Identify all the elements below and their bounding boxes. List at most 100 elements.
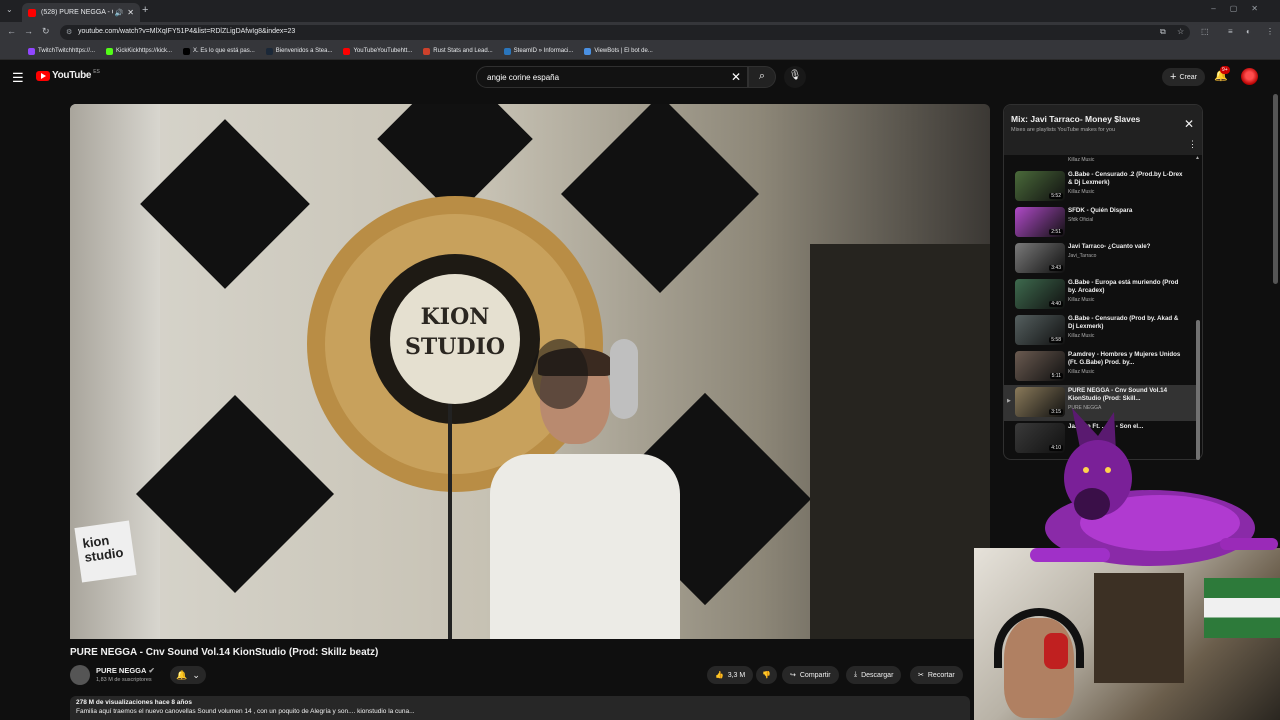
- profile-icon[interactable]: ◐: [1246, 27, 1251, 36]
- bookmark-favicon-icon: [265, 47, 273, 55]
- close-tab-icon[interactable]: ✕: [127, 8, 134, 17]
- duration-badge: 2:51: [1049, 229, 1063, 235]
- clip-label: Recortar: [927, 671, 955, 679]
- browser-tab[interactable]: (528) PURE NEGGA - Cnv S 🔊 ✕: [22, 3, 140, 22]
- search-input[interactable]: angie corine españa ✕: [476, 66, 748, 88]
- video-player[interactable]: KION STUDIO kion studio: [70, 104, 990, 639]
- notifications-button[interactable]: 🔔 9+: [1214, 66, 1230, 82]
- duration-badge: 3:43: [1049, 265, 1063, 271]
- channel-avatar[interactable]: [70, 665, 90, 685]
- notification-badge: 9+: [1220, 66, 1230, 74]
- playlist-item[interactable]: 5:11 P.amdrey - Hombres y Mujeres Unidos …: [1004, 349, 1196, 385]
- playlist-item-title: G.Babe - Censurado (Prod by. Akad & Dj L…: [1068, 315, 1179, 330]
- bookmark-item[interactable]: SteamID » Informaci...: [503, 47, 574, 55]
- thumbs-down-icon: 👎: [762, 672, 771, 679]
- playlist-item-title: P.amdrey - Hombres y Mujeres Unidos (Ft.…: [1068, 351, 1181, 366]
- channel-name[interactable]: PURE NEGGA ✔: [96, 666, 155, 675]
- bookmark-label: YouTubeYouTubehtt...: [353, 48, 413, 54]
- subscription-bell-button[interactable]: 🔔 ⌄: [170, 666, 206, 684]
- video-title: PURE NEGGA - Cnv Sound Vol.14 KionStudio…: [70, 647, 379, 658]
- playlist-thumbnail: 5:11: [1015, 351, 1065, 381]
- share-button[interactable]: ↪ Compartir: [782, 666, 839, 684]
- create-label: Crear: [1179, 73, 1197, 81]
- like-count: 3,3 M: [727, 671, 746, 679]
- page-scrollbar[interactable]: [1273, 94, 1278, 294]
- clear-search-icon[interactable]: ✕: [731, 70, 741, 84]
- playlist-item[interactable]: 5:58 G.Babe - Censurado (Prod by. Akad & …: [1004, 313, 1196, 349]
- bookmark-item[interactable]: YouTubeYouTubehtt...: [343, 47, 413, 55]
- bookmark-item[interactable]: Rust Stats and Lead...: [423, 47, 493, 55]
- scroll-up-icon[interactable]: ▲: [1195, 155, 1200, 161]
- playlist-thumbnail: 4:40: [1015, 279, 1065, 309]
- forward-icon[interactable]: →: [24, 26, 33, 36]
- reload-icon[interactable]: ↻: [42, 26, 50, 37]
- chevron-down-icon: ⌄: [192, 669, 200, 680]
- playlist-thumbnail: 5:52: [1015, 171, 1065, 201]
- new-tab-icon[interactable]: +: [142, 4, 148, 16]
- playlist-item[interactable]: 3:43 Javi Tarraco- ¿Cuanto vale? Javi_Tarr…: [1004, 241, 1196, 277]
- search-value: angie corine españa: [487, 73, 560, 82]
- bookmark-label: SteamID » Informaci...: [513, 48, 574, 54]
- playlist-item[interactable]: 2:51 SFDK - Quién Dispara Sfdk Oficial: [1004, 205, 1196, 241]
- clip-button[interactable]: ✂ Recortar: [910, 666, 963, 684]
- youtube-play-icon: [36, 70, 50, 81]
- speaker-icon[interactable]: 🔊: [115, 9, 124, 17]
- scissors-icon: ✂: [918, 672, 924, 679]
- bookmark-label: ViewBots | El bot de...: [594, 48, 653, 54]
- bookmark-favicon-icon: [503, 47, 511, 55]
- bookmark-item[interactable]: ViewBots | El bot de...: [584, 47, 653, 55]
- extensions-icon[interactable]: ⬚: [1201, 27, 1209, 36]
- hamburger-menu-icon[interactable]: ☰: [12, 70, 24, 86]
- menu-icon[interactable]: ⋮: [1266, 27, 1274, 36]
- bookmark-label: Bienvenidos a Stea...: [275, 48, 333, 54]
- playlist-item-channel: Killaz Music: [1068, 189, 1095, 195]
- like-button[interactable]: 👍 3,3 M: [707, 666, 754, 684]
- playlist-title[interactable]: Mix: Javi Tarraco- Money $laves: [1011, 114, 1140, 124]
- media-icon[interactable]: ≡: [1228, 27, 1233, 36]
- site-info-icon[interactable]: ⚙: [66, 28, 72, 36]
- playlist-item-title: G.Babe - Censurado .2 (Prod.by L-Drex & …: [1068, 171, 1183, 186]
- bookmark-favicon-icon: [423, 47, 431, 55]
- verified-icon: ✔: [148, 666, 155, 675]
- search-button[interactable]: ⌕: [748, 66, 776, 88]
- bookmark-label: X. Es lo que está pas...: [193, 48, 255, 54]
- playlist-item[interactable]: 4:40 G.Babe - Europa está muriendo (Prod …: [1004, 277, 1196, 313]
- wall-logo-line1: KION: [420, 304, 490, 330]
- close-playlist-icon[interactable]: ✕: [1184, 117, 1194, 131]
- playlist-item[interactable]: 5:52 G.Babe - Censurado .2 (Prod.by L-Dre…: [1004, 169, 1196, 205]
- dislike-button[interactable]: 👎: [756, 666, 777, 684]
- playlist-thumbnail: 2:51: [1015, 207, 1065, 237]
- playlist-item-channel: Killaz Music: [1068, 333, 1095, 339]
- install-icon[interactable]: ⧉: [1160, 27, 1166, 37]
- bookmark-favicon-icon: [106, 47, 114, 55]
- url-bar[interactable]: ⚙ youtube.com/watch?v=MlXqIFY51P4&list=R…: [60, 25, 1190, 40]
- tab-search-icon[interactable]: ⌄: [6, 5, 13, 14]
- more-options-icon[interactable]: ⋮: [1188, 139, 1197, 150]
- rapper: [480, 348, 690, 639]
- description-text: Familia aquí traemos el nuevo canovellas…: [76, 708, 415, 715]
- bookmark-item[interactable]: TwitchTwitchhttps://...: [28, 47, 95, 55]
- bookmark-star-icon[interactable]: ☆: [1177, 27, 1184, 36]
- download-label: Descargar: [861, 671, 894, 679]
- bookmarks-bar: TwitchTwitchhttps://... KickKickhttps://k…: [0, 43, 1280, 60]
- download-button[interactable]: ⤓ Descargar: [846, 666, 902, 684]
- tab-title: (528) PURE NEGGA - Cnv S: [41, 9, 113, 16]
- description-box[interactable]: 278 M de visualizaciones hace 8 años Fam…: [70, 696, 970, 720]
- playlist-item-channel: Killaz Music: [1068, 369, 1095, 375]
- back-icon[interactable]: ←: [7, 26, 16, 36]
- url-text: youtube.com/watch?v=MlXqIFY51P4&list=RDl…: [78, 28, 296, 35]
- logo-wordmark: YouTube: [52, 70, 92, 81]
- browser-tabbar: ⌄ (528) PURE NEGGA - Cnv S 🔊 ✕ + –▢✕: [0, 0, 1280, 22]
- window-controls[interactable]: –▢✕: [1211, 4, 1272, 13]
- bookmark-item[interactable]: X. Es lo que está pas...: [183, 47, 255, 55]
- partial-item-channel: Killaz Music: [1068, 157, 1095, 163]
- share-label: Compartir: [799, 671, 831, 679]
- create-button[interactable]: + Crear: [1162, 68, 1205, 86]
- youtube-logo[interactable]: YouTube ES: [36, 69, 100, 81]
- bookmark-item[interactable]: KickKickhttps://kick...: [106, 47, 172, 55]
- thumbs-up-icon: 👍: [715, 672, 724, 679]
- voice-search-button[interactable]: 🎙: [784, 66, 806, 88]
- account-avatar[interactable]: [1241, 68, 1258, 85]
- bookmark-item[interactable]: Bienvenidos a Stea...: [265, 47, 333, 55]
- playlist-item-title: SFDK - Quién Dispara: [1068, 207, 1133, 214]
